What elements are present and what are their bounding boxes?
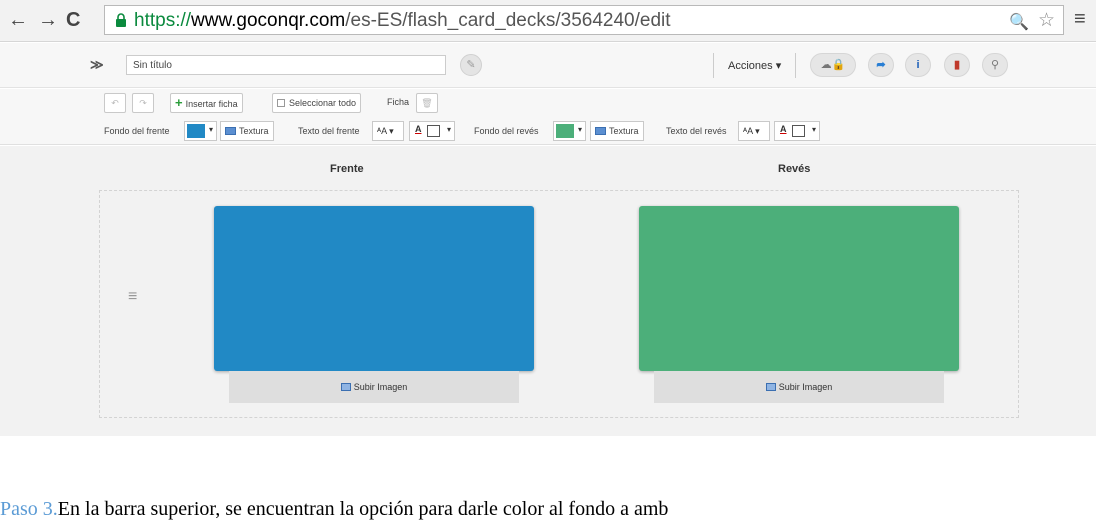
divider: [795, 53, 796, 78]
address-bar[interactable]: https://www.goconqr.com/es-ES/flash_card…: [104, 5, 1064, 35]
chevron-down-icon: ▾: [208, 125, 213, 134]
back-texture-button[interactable]: Textura: [590, 121, 644, 141]
front-bg-color-picker[interactable]: ▾: [184, 121, 217, 141]
card-label: Ficha: [387, 97, 410, 107]
back-upload-image-button[interactable]: Subir Imagen: [654, 371, 944, 403]
trash-icon[interactable]: 🗑: [416, 93, 438, 113]
card-editor: Frente Revés ≡ Subir Imagen Subir Imagen: [0, 146, 1096, 436]
step-label: Paso 3.: [0, 498, 58, 520]
front-texture-label: Textura: [239, 126, 269, 136]
front-text-label: Texto del frente: [298, 126, 360, 136]
undo-icon[interactable]: ↶: [104, 93, 126, 113]
browser-menu-icon[interactable]: ≡: [1074, 9, 1086, 29]
privacy-lock-icon[interactable]: ☁🔒: [810, 53, 856, 77]
front-color-swatch: [187, 124, 205, 138]
chevron-down-icon: ▾: [811, 125, 816, 134]
front-card-face[interactable]: [214, 206, 534, 371]
info-icon[interactable]: i: [905, 53, 931, 77]
front-upload-image-button[interactable]: Subir Imagen: [229, 371, 519, 403]
plus-icon: +: [175, 95, 183, 110]
reload-icon[interactable]: C: [66, 10, 80, 30]
color-box: [792, 125, 805, 137]
back-text-label: Texto del revés: [666, 126, 727, 136]
back-texture-label: Textura: [609, 126, 639, 136]
url-text: https://www.goconqr.com/es-ES/flash_card…: [134, 10, 671, 32]
back-heading: Revés: [778, 163, 811, 175]
font-color-icon: A: [780, 124, 787, 134]
font-color-icon: A: [415, 124, 422, 134]
divider: [713, 53, 714, 78]
actions-dropdown[interactable]: Acciones ▾: [728, 59, 781, 72]
bookmark-star-icon[interactable]: ☆: [1038, 9, 1055, 32]
image-icon: [340, 383, 351, 391]
upload-label: Subir Imagen: [353, 382, 408, 392]
back-color-swatch: [556, 124, 574, 138]
front-text-size-dropdown[interactable]: ᴬA ▾: [372, 121, 404, 141]
texture-icon: [595, 127, 606, 135]
back-bg-label: Fondo del revés: [474, 126, 539, 136]
url-scheme: https://: [134, 10, 192, 31]
front-text-color-picker[interactable]: A ▾: [409, 121, 455, 141]
back-card-face[interactable]: [639, 206, 959, 371]
stats-chart-icon[interactable]: ▮: [944, 53, 970, 77]
texture-icon: [225, 127, 236, 135]
select-all-button[interactable]: Seleccionar todo: [272, 93, 362, 113]
back-bg-color-picker[interactable]: ▾: [553, 121, 586, 141]
browser-toolbar: ← → C https://www.goconqr.com/es-ES/flas…: [0, 0, 1096, 42]
front-bg-label: Fondo del frente: [104, 126, 170, 136]
checkbox-icon: [277, 99, 285, 107]
url-path: /es-ES/flash_card_decks/3564240/edit: [345, 10, 671, 31]
chevron-down-icon: ▾: [577, 125, 582, 134]
back-arrow-icon[interactable]: ←: [8, 10, 28, 30]
caption-text: En la barra superior, se encuentran la o…: [57, 498, 669, 520]
editor-toolbar: ↶ ↷ + Insertar ficha Seleccionar todo Fic…: [0, 89, 1096, 145]
insert-card-label: Insertar ficha: [185, 99, 238, 109]
app-header: ≫ ✎ Acciones ▾ ☁🔒 ➦ i ▮ ⚲: [0, 43, 1096, 88]
insert-card-button[interactable]: + Insertar ficha: [170, 93, 243, 113]
back-text-size-dropdown[interactable]: ᴬA ▾: [738, 121, 770, 141]
url-host: www.goconqr.com: [191, 10, 346, 31]
card-row: ≡ Subir Imagen Subir Imagen: [99, 190, 1019, 418]
chevron-down-icon: ▾: [446, 125, 451, 134]
forward-arrow-icon[interactable]: →: [38, 10, 58, 30]
share-arrow-icon[interactable]: ➦: [868, 53, 894, 77]
front-heading: Frente: [330, 163, 364, 175]
redo-icon[interactable]: ↷: [132, 93, 154, 113]
drag-handle-icon[interactable]: ≡: [128, 288, 137, 306]
color-box: [427, 125, 440, 137]
deck-title-input[interactable]: [126, 55, 446, 75]
back-text-color-picker[interactable]: A ▾: [774, 121, 820, 141]
select-all-label: Seleccionar todo: [289, 98, 357, 108]
upload-label: Subir Imagen: [778, 382, 833, 392]
search-icon[interactable]: ⚲: [982, 53, 1008, 77]
image-icon: [765, 383, 776, 391]
zoom-icon[interactable]: 🔍: [1009, 12, 1029, 32]
lock-icon: [116, 13, 126, 27]
document-caption: Paso 3.En la barra superior, se encuentr…: [0, 498, 1096, 521]
pencil-edit-icon[interactable]: ✎: [460, 54, 482, 76]
front-texture-button[interactable]: Textura: [220, 121, 274, 141]
collapse-chevrons-icon[interactable]: ≫: [90, 57, 104, 73]
